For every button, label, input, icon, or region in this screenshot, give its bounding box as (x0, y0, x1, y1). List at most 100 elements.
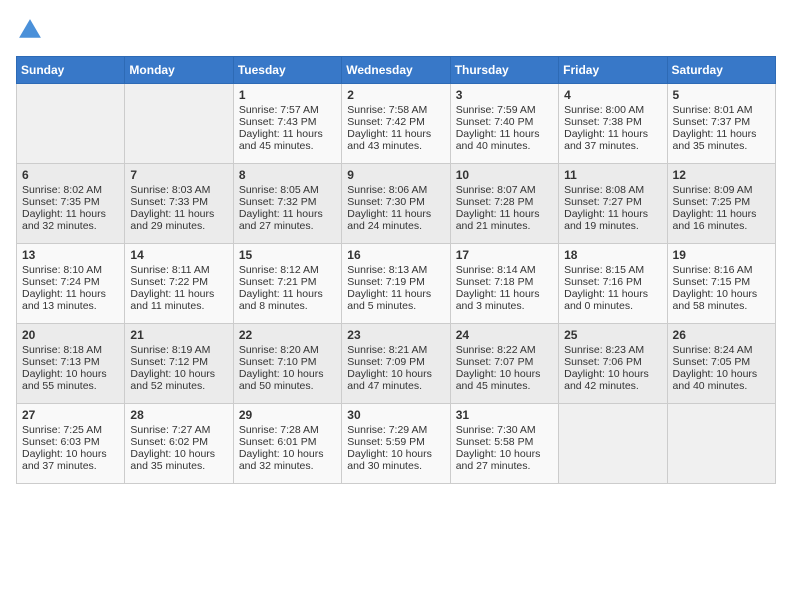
calendar-cell (125, 84, 233, 164)
calendar-cell: 18 Sunrise: 8:15 AM Sunset: 7:16 PM Dayl… (559, 244, 667, 324)
sunrise: Sunrise: 7:59 AM (456, 104, 536, 116)
daylight: Daylight: 10 hours and 32 minutes. (239, 448, 324, 472)
calendar-cell: 9 Sunrise: 8:06 AM Sunset: 7:30 PM Dayli… (342, 164, 450, 244)
sunset: Sunset: 7:05 PM (673, 356, 751, 368)
calendar-cell: 20 Sunrise: 8:18 AM Sunset: 7:13 PM Dayl… (17, 324, 125, 404)
sunrise: Sunrise: 8:00 AM (564, 104, 644, 116)
sunrise: Sunrise: 8:20 AM (239, 344, 319, 356)
calendar-cell: 6 Sunrise: 8:02 AM Sunset: 7:35 PM Dayli… (17, 164, 125, 244)
sunrise: Sunrise: 8:06 AM (347, 184, 427, 196)
calendar-cell (17, 84, 125, 164)
sunrise: Sunrise: 8:03 AM (130, 184, 210, 196)
calendar-cell: 25 Sunrise: 8:23 AM Sunset: 7:06 PM Dayl… (559, 324, 667, 404)
sunrise: Sunrise: 8:18 AM (22, 344, 102, 356)
sunset: Sunset: 7:22 PM (130, 276, 208, 288)
day-number: 28 (130, 408, 227, 422)
calendar-cell: 23 Sunrise: 8:21 AM Sunset: 7:09 PM Dayl… (342, 324, 450, 404)
daylight: Daylight: 10 hours and 30 minutes. (347, 448, 432, 472)
day-number: 3 (456, 88, 553, 102)
sunrise: Sunrise: 8:10 AM (22, 264, 102, 276)
day-number: 4 (564, 88, 661, 102)
calendar-cell: 30 Sunrise: 7:29 AM Sunset: 5:59 PM Dayl… (342, 404, 450, 484)
calendar-cell: 11 Sunrise: 8:08 AM Sunset: 7:27 PM Dayl… (559, 164, 667, 244)
day-header-tuesday: Tuesday (233, 57, 341, 84)
day-number: 18 (564, 248, 661, 262)
calendar-cell: 7 Sunrise: 8:03 AM Sunset: 7:33 PM Dayli… (125, 164, 233, 244)
daylight: Daylight: 11 hours and 8 minutes. (239, 288, 323, 312)
sunrise: Sunrise: 8:08 AM (564, 184, 644, 196)
day-number: 11 (564, 168, 661, 182)
sunset: Sunset: 7:27 PM (564, 196, 642, 208)
calendar-cell: 28 Sunrise: 7:27 AM Sunset: 6:02 PM Dayl… (125, 404, 233, 484)
day-number: 13 (22, 248, 119, 262)
day-number: 2 (347, 88, 444, 102)
day-number: 8 (239, 168, 336, 182)
calendar-cell: 26 Sunrise: 8:24 AM Sunset: 7:05 PM Dayl… (667, 324, 775, 404)
day-number: 19 (673, 248, 770, 262)
day-header-thursday: Thursday (450, 57, 558, 84)
sunrise: Sunrise: 7:57 AM (239, 104, 319, 116)
sunset: Sunset: 7:10 PM (239, 356, 317, 368)
day-number: 17 (456, 248, 553, 262)
calendar-cell: 13 Sunrise: 8:10 AM Sunset: 7:24 PM Dayl… (17, 244, 125, 324)
calendar-table: SundayMondayTuesdayWednesdayThursdayFrid… (16, 56, 776, 484)
sunset: Sunset: 7:33 PM (130, 196, 208, 208)
sunset: Sunset: 7:37 PM (673, 116, 751, 128)
sunrise: Sunrise: 7:30 AM (456, 424, 536, 436)
sunrise: Sunrise: 8:11 AM (130, 264, 209, 276)
logo (16, 16, 48, 44)
day-number: 15 (239, 248, 336, 262)
daylight: Daylight: 11 hours and 24 minutes. (347, 208, 431, 232)
sunset: Sunset: 7:35 PM (22, 196, 100, 208)
calendar-cell: 29 Sunrise: 7:28 AM Sunset: 6:01 PM Dayl… (233, 404, 341, 484)
sunset: Sunset: 5:59 PM (347, 436, 425, 448)
day-number: 23 (347, 328, 444, 342)
daylight: Daylight: 11 hours and 13 minutes. (22, 288, 106, 312)
daylight: Daylight: 10 hours and 55 minutes. (22, 368, 107, 392)
day-number: 10 (456, 168, 553, 182)
daylight: Daylight: 10 hours and 58 minutes. (673, 288, 758, 312)
daylight: Daylight: 11 hours and 37 minutes. (564, 128, 648, 152)
daylight: Daylight: 11 hours and 21 minutes. (456, 208, 540, 232)
calendar-cell: 4 Sunrise: 8:00 AM Sunset: 7:38 PM Dayli… (559, 84, 667, 164)
daylight: Daylight: 11 hours and 0 minutes. (564, 288, 648, 312)
week-row-4: 20 Sunrise: 8:18 AM Sunset: 7:13 PM Dayl… (17, 324, 776, 404)
daylight: Daylight: 10 hours and 35 minutes. (130, 448, 215, 472)
sunrise: Sunrise: 8:24 AM (673, 344, 753, 356)
daylight: Daylight: 11 hours and 5 minutes. (347, 288, 431, 312)
sunrise: Sunrise: 8:21 AM (347, 344, 427, 356)
sunset: Sunset: 5:58 PM (456, 436, 534, 448)
sunrise: Sunrise: 8:09 AM (673, 184, 753, 196)
sunset: Sunset: 7:40 PM (456, 116, 534, 128)
calendar-cell: 5 Sunrise: 8:01 AM Sunset: 7:37 PM Dayli… (667, 84, 775, 164)
calendar-cell: 24 Sunrise: 8:22 AM Sunset: 7:07 PM Dayl… (450, 324, 558, 404)
day-number: 24 (456, 328, 553, 342)
sunset: Sunset: 7:15 PM (673, 276, 751, 288)
daylight: Daylight: 10 hours and 50 minutes. (239, 368, 324, 392)
calendar-cell: 12 Sunrise: 8:09 AM Sunset: 7:25 PM Dayl… (667, 164, 775, 244)
calendar-cell: 27 Sunrise: 7:25 AM Sunset: 6:03 PM Dayl… (17, 404, 125, 484)
calendar-cell: 19 Sunrise: 8:16 AM Sunset: 7:15 PM Dayl… (667, 244, 775, 324)
daylight: Daylight: 11 hours and 11 minutes. (130, 288, 214, 312)
calendar-cell: 22 Sunrise: 8:20 AM Sunset: 7:10 PM Dayl… (233, 324, 341, 404)
sunrise: Sunrise: 8:12 AM (239, 264, 319, 276)
sunset: Sunset: 7:24 PM (22, 276, 100, 288)
day-number: 5 (673, 88, 770, 102)
sunset: Sunset: 7:07 PM (456, 356, 534, 368)
sunrise: Sunrise: 7:25 AM (22, 424, 102, 436)
daylight: Daylight: 11 hours and 43 minutes. (347, 128, 431, 152)
calendar-cell: 14 Sunrise: 8:11 AM Sunset: 7:22 PM Dayl… (125, 244, 233, 324)
daylight: Daylight: 10 hours and 27 minutes. (456, 448, 541, 472)
sunrise: Sunrise: 8:02 AM (22, 184, 102, 196)
sunset: Sunset: 6:03 PM (22, 436, 100, 448)
sunrise: Sunrise: 8:13 AM (347, 264, 427, 276)
calendar-cell: 10 Sunrise: 8:07 AM Sunset: 7:28 PM Dayl… (450, 164, 558, 244)
week-row-5: 27 Sunrise: 7:25 AM Sunset: 6:03 PM Dayl… (17, 404, 776, 484)
calendar-cell: 15 Sunrise: 8:12 AM Sunset: 7:21 PM Dayl… (233, 244, 341, 324)
daylight: Daylight: 11 hours and 40 minutes. (456, 128, 540, 152)
sunrise: Sunrise: 8:16 AM (673, 264, 753, 276)
calendar-cell: 17 Sunrise: 8:14 AM Sunset: 7:18 PM Dayl… (450, 244, 558, 324)
sunset: Sunset: 7:12 PM (130, 356, 208, 368)
sunset: Sunset: 7:19 PM (347, 276, 425, 288)
daylight: Daylight: 11 hours and 27 minutes. (239, 208, 323, 232)
